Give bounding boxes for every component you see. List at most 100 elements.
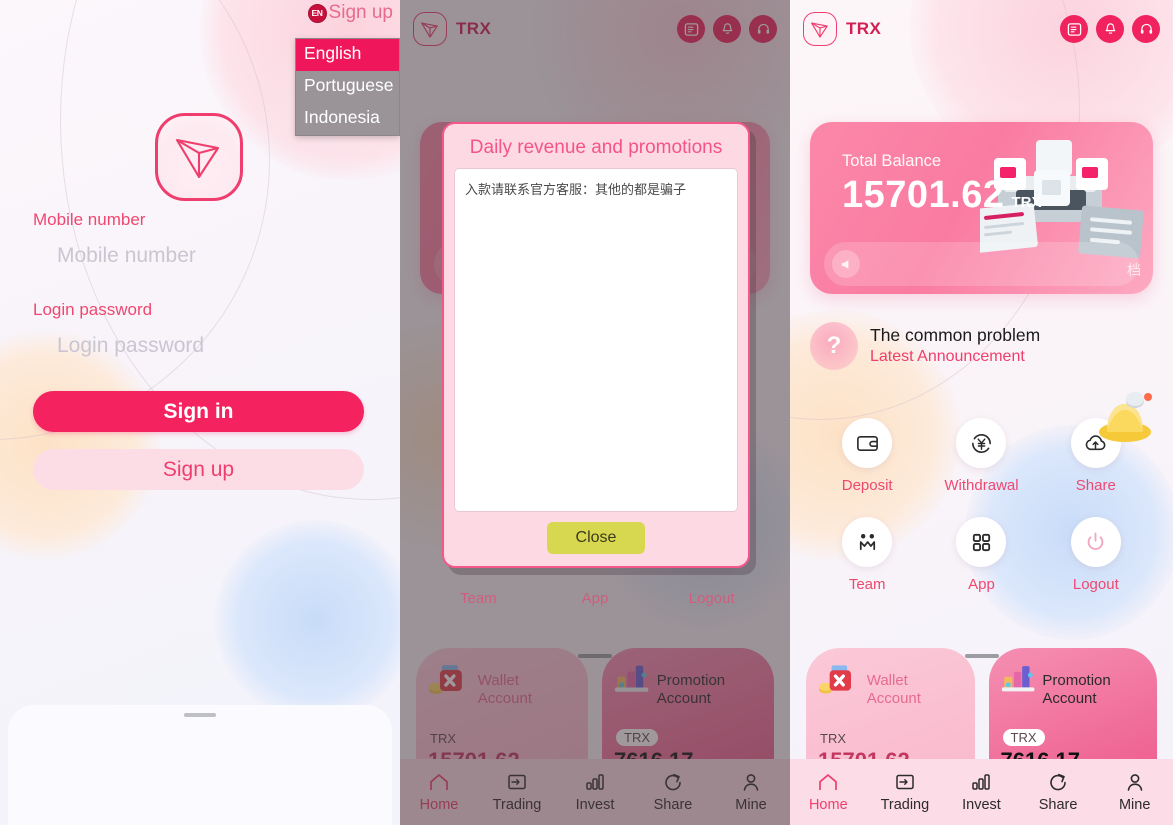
tron-glyph-icon [811, 21, 828, 38]
home-brand-title: TRX [846, 19, 882, 38]
home-balance-corner-text: 档 [1127, 262, 1141, 278]
top-signup-link[interactable]: Sign up [329, 2, 393, 24]
home-tab-mine[interactable]: Mine [1096, 772, 1173, 813]
team-icon [842, 517, 893, 567]
mobile-label: Mobile number [33, 210, 146, 229]
home-panel: TRX Total Balance 15701.62 TRX 档 ? The c… [790, 0, 1173, 825]
password-label: Login password [33, 300, 153, 319]
home-notice-title: The common problem [870, 325, 1041, 346]
home-notice-text: The common problem Latest Announcement [870, 325, 1040, 367]
wallet-icon [842, 418, 893, 468]
question-mark-icon: ? [810, 322, 858, 370]
dialog-close-button[interactable]: Close [546, 522, 646, 554]
home-notice[interactable]: ? The common problem Latest Announcement [810, 322, 1040, 370]
sign-up-button[interactable]: Sign up [33, 449, 364, 490]
dialog-body: 入款请联系官方客服：其他的都是骗子 [454, 168, 738, 512]
home-action-team[interactable]: Team [810, 517, 924, 593]
screenshot-stage: EN Sign up English Portuguese Indonesia … [0, 0, 1173, 825]
wallet-3d-icon [818, 665, 852, 694]
dialog-title: Daily revenue and promotions [469, 137, 723, 158]
drag-handle[interactable] [184, 713, 216, 717]
mid-label-team[interactable]: Team [420, 590, 537, 607]
lang-option-english[interactable]: English [296, 39, 399, 71]
home-balance-label: Total Balance [842, 152, 942, 170]
mid-action-labels: Team App Logout [420, 590, 770, 607]
trading-icon [896, 774, 914, 789]
login-top-bar: EN Sign up English Portuguese Indonesia [0, 0, 400, 136]
login-form: Mobile number Login password Sign in Sig… [33, 210, 364, 490]
home-action-withdrawal[interactable]: Withdrawal [924, 418, 1038, 494]
home-wallet-name: Wallet Account [866, 672, 921, 707]
home-brand-logo [803, 12, 837, 46]
password-input[interactable] [33, 326, 364, 368]
decor-blob-blue [215, 520, 400, 720]
invest-icon [972, 773, 991, 790]
promotions-dialog: Daily revenue and promotions 入款请联系官方客服：其… [442, 122, 750, 568]
bell-icon[interactable] [1096, 15, 1124, 43]
home-action-logout[interactable]: Logout [1039, 517, 1153, 593]
home-promo-chip: TRX [1002, 729, 1045, 746]
home-action-app-label: App [968, 576, 995, 593]
home-balance-strip [824, 242, 1139, 286]
bottom-sheet [8, 705, 392, 825]
home-action-share-label: Share [1075, 477, 1116, 494]
home-balance-amount: 15701.62 [842, 174, 1005, 216]
home-balance-unit: TRX [1011, 194, 1042, 211]
home-action-deposit[interactable]: Deposit [810, 418, 924, 494]
tron-glyph-icon [175, 138, 220, 179]
home-wallet-top: Wallet Account [818, 660, 963, 708]
home-tab-trading[interactable]: Trading [867, 772, 944, 813]
home-promo-name: Promotion Account [1042, 672, 1111, 707]
home-accounts: Wallet Account TRX 15701.62 Promotion Ac… [806, 648, 1157, 776]
dialog-body-text: 入款请联系官方客服：其他的都是骗子 [465, 182, 687, 197]
bar-chart-3d-icon [1001, 666, 1034, 692]
home-accounts-handle[interactable] [964, 654, 999, 658]
home-wallet-chip: TRX [820, 731, 846, 746]
home-action-withdrawal-label: Withdrawal [944, 477, 1019, 494]
language-badge-icon[interactable]: EN [307, 3, 327, 23]
home-action-logout-label: Logout [1072, 576, 1119, 593]
home-icon [819, 773, 838, 790]
home-tab-share[interactable]: Share [1020, 772, 1097, 813]
home-tab-share-label: Share [1038, 796, 1078, 813]
home-tab-home[interactable]: Home [790, 772, 867, 813]
home-action-app[interactable]: App [924, 517, 1038, 593]
person-icon [1127, 773, 1142, 791]
home-header-icons [1060, 15, 1160, 43]
mid-label-app[interactable]: App [537, 590, 654, 607]
share-icon [1050, 773, 1066, 790]
megaphone-icon[interactable] [832, 250, 860, 278]
home-tab-mine-label: Mine [1118, 796, 1151, 813]
home-action-row-2: Team App Logout [810, 517, 1153, 593]
home-tab-home-label: Home [808, 796, 848, 813]
sign-in-button[interactable]: Sign in [33, 391, 364, 432]
top-signup-group[interactable]: EN Sign up [307, 2, 393, 24]
yen-exchange-icon [956, 418, 1007, 468]
language-dropdown[interactable]: English Portuguese Indonesia [295, 38, 400, 136]
home-app-header: TRX [790, 0, 1173, 58]
power-icon [1070, 517, 1121, 567]
home-action-deposit-label: Deposit [841, 477, 893, 494]
home-notice-subtitle: Latest Announcement [870, 347, 1025, 365]
news-icon[interactable] [1060, 15, 1088, 43]
home-promotion-account-card[interactable]: Promotion Account TRX 7616.17 [988, 648, 1157, 776]
tron-logo [155, 113, 243, 201]
login-panel: EN Sign up English Portuguese Indonesia … [0, 0, 400, 825]
bell-3d-illustration-icon [1099, 392, 1152, 442]
lang-option-indonesia[interactable]: Indonesia [296, 103, 399, 135]
mid-label-logout[interactable]: Logout [653, 590, 770, 607]
home-balance-card[interactable]: Total Balance 15701.62 TRX 档 [810, 122, 1153, 294]
home-promo-top: Promotion Account [1001, 660, 1146, 708]
mobile-input[interactable] [33, 236, 364, 278]
grid-icon [956, 517, 1007, 567]
home-actions: Deposit Withdrawal Share Team App Logout [810, 392, 1153, 593]
headset-icon[interactable] [1132, 15, 1160, 43]
lang-option-portuguese[interactable]: Portuguese [296, 71, 399, 103]
home-tab-invest-label: Invest [962, 796, 1001, 813]
home-tab-bar: Home Trading Invest Share Mine [790, 759, 1173, 825]
modal-panel: TRX Total Balance 15701.62 TRX [400, 0, 790, 825]
home-action-team-label: Team [848, 576, 886, 593]
home-wallet-account-card[interactable]: Wallet Account TRX 15701.62 [806, 648, 975, 776]
home-tab-trading-label: Trading [880, 796, 930, 813]
home-tab-invest[interactable]: Invest [943, 772, 1020, 813]
